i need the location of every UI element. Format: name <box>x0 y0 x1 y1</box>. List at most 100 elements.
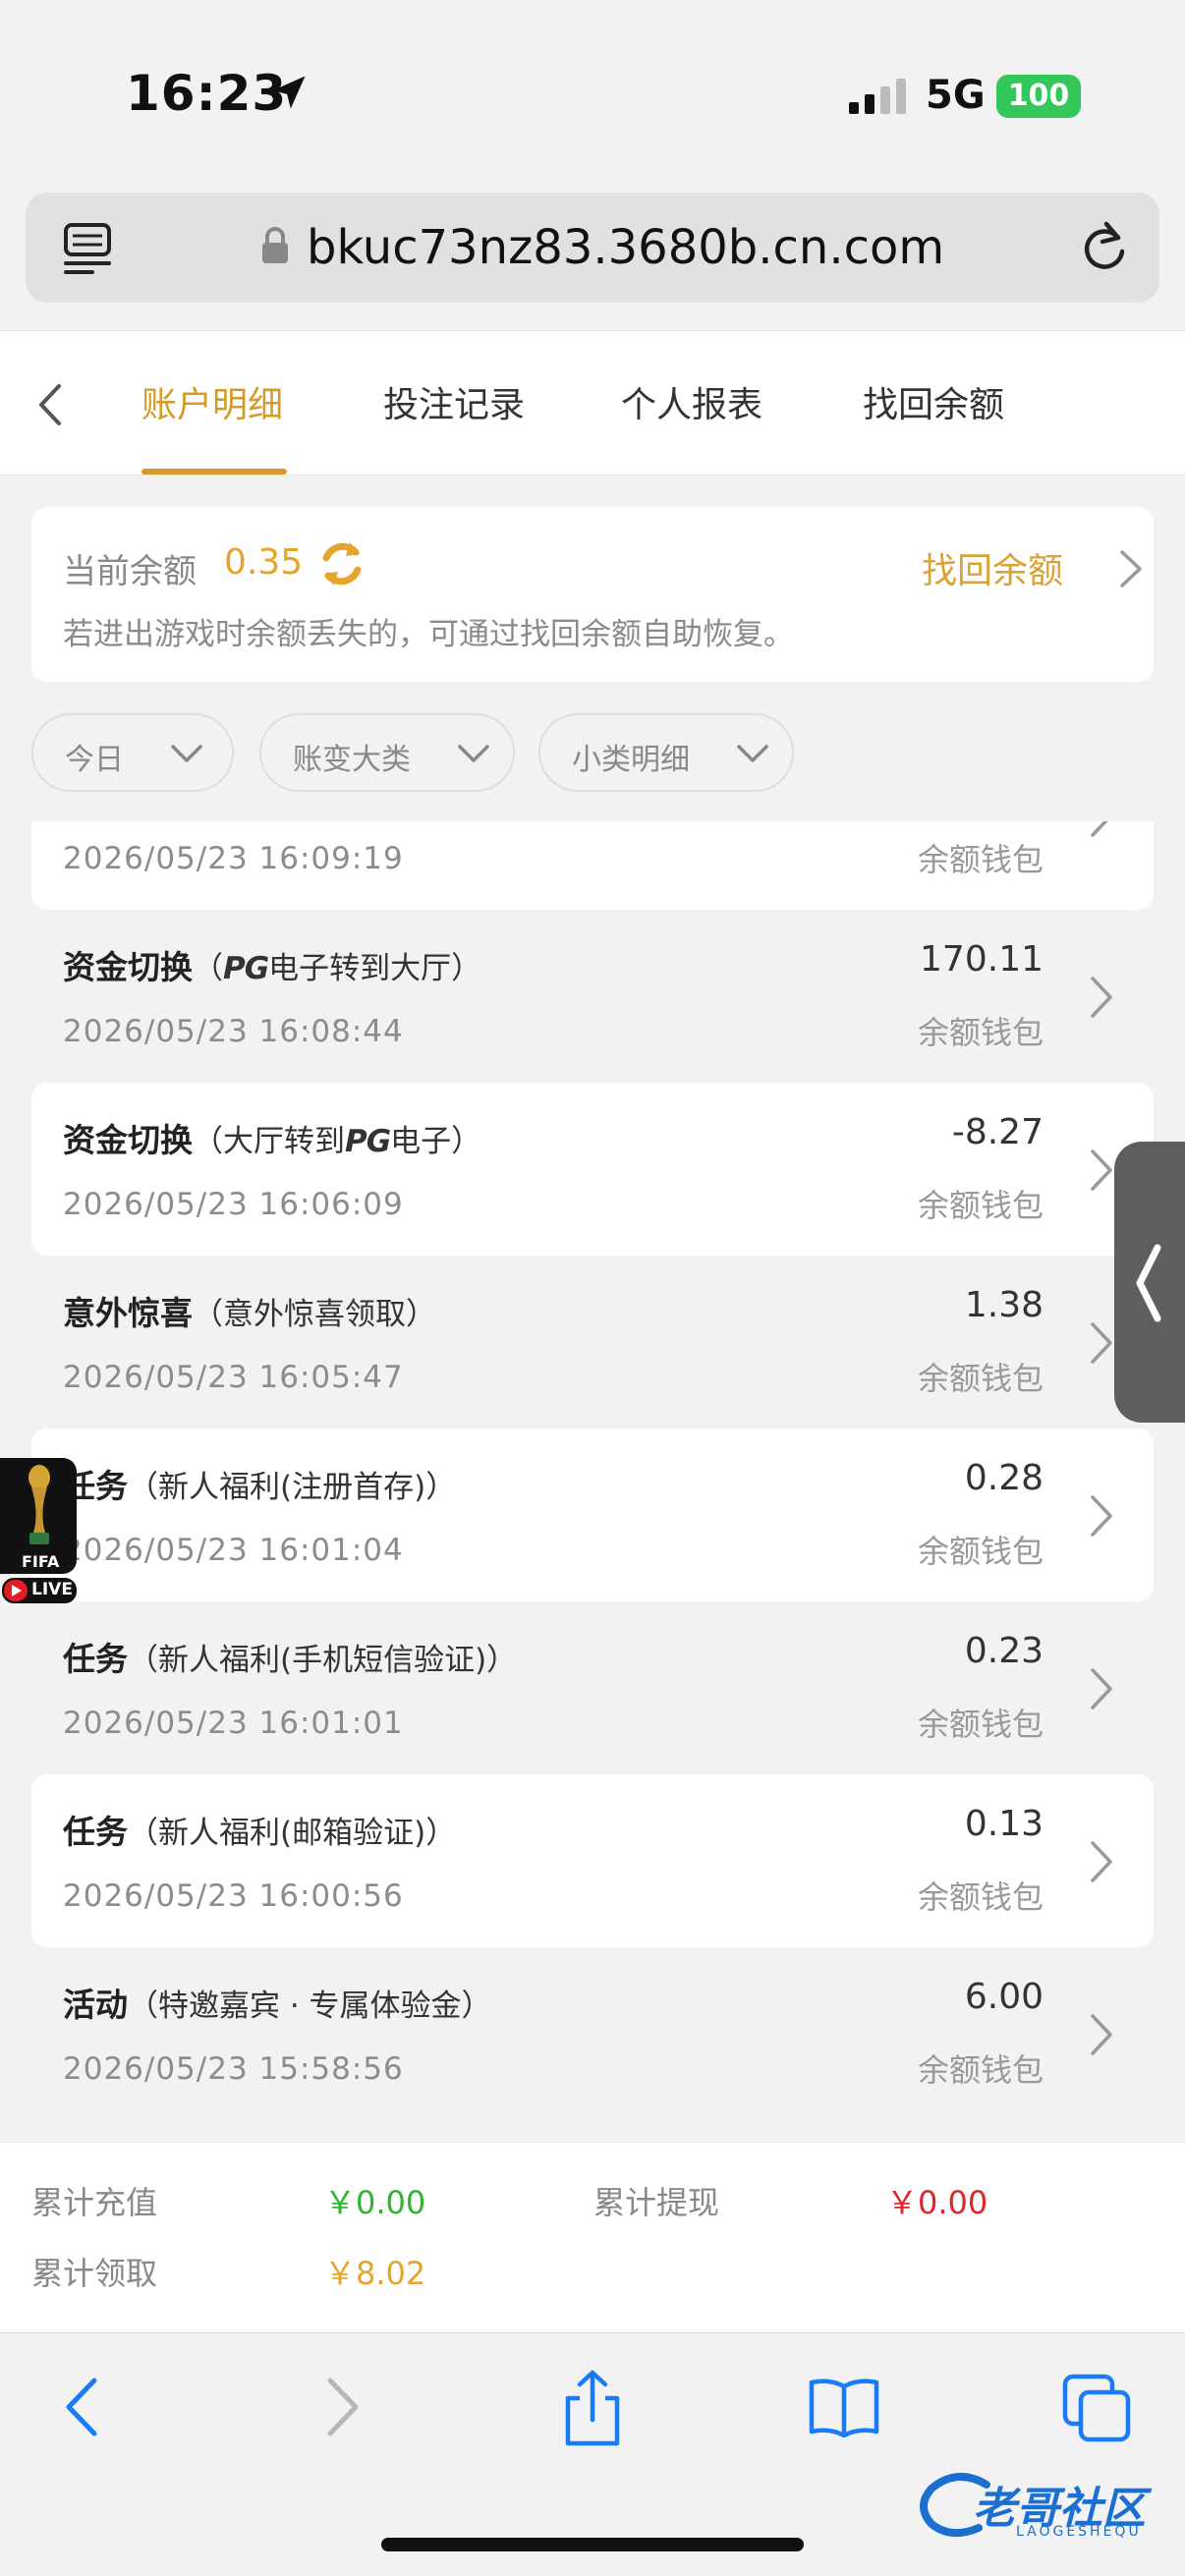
chevron-right-icon[interactable] <box>1116 546 1146 591</box>
chevron-right-icon <box>1091 2014 1112 2055</box>
record-detail-prefix: （ <box>193 951 223 986</box>
list-item[interactable]: 活动（特邀嘉宾 · 专属体验金） 2026/05/23 15:58:56 6.0… <box>31 1947 1154 2120</box>
record-amount: 6.00 <box>964 1977 1044 2017</box>
record-wallet: 余额钱包 <box>917 1360 1044 1397</box>
fifa-label: FIFA <box>22 1552 60 1571</box>
record-title: 资金切换（PG电子转到大厅） <box>63 941 481 988</box>
record-category: 资金切换 <box>63 1121 193 1159</box>
record-category: 意外惊喜 <box>63 1294 193 1332</box>
status-bar: 16:23 5G 100 <box>0 0 1185 187</box>
browser-back-icon[interactable] <box>61 2375 104 2439</box>
total-withdraw-value: ￥0.00 <box>886 2184 988 2221</box>
home-indicator <box>381 2538 804 2551</box>
browser-forward-icon[interactable] <box>320 2375 364 2439</box>
record-amount: 170.11 <box>920 939 1044 980</box>
chevron-down-icon <box>171 745 202 762</box>
balance-note: 若进出游戏时余额丢失的，可通过找回余额自助恢复。 <box>63 617 794 652</box>
url-text[interactable]: bkuc73nz83.3680b.cn.com <box>307 220 944 275</box>
chevron-right-icon <box>1091 1322 1112 1364</box>
record-amount: 0.28 <box>964 1458 1044 1498</box>
live-tag: LIVE <box>2 1578 77 1603</box>
filter-date-label: 今日 <box>65 743 124 777</box>
total-deposit-label: 累计充值 <box>31 2184 158 2221</box>
record-time: 2026/05/23 16:05:47 <box>63 1360 404 1395</box>
chevron-right-icon <box>1091 1668 1112 1709</box>
record-amount: 0.13 <box>964 1804 1044 1844</box>
record-time: 2026/05/23 16:06:09 <box>63 1187 404 1222</box>
record-time: 2026/05/23 15:58:56 <box>63 2051 404 2087</box>
tab-bet-records[interactable]: 投注记录 <box>383 376 525 427</box>
tabs-icon[interactable] <box>1061 2373 1132 2443</box>
record-amount: 0.23 <box>964 1631 1044 1671</box>
filter-category-select[interactable]: 账变大类 <box>259 713 515 792</box>
lock-icon <box>262 227 288 263</box>
list-item[interactable]: 任务（新人福利(注册首存)） 2026/05/23 16:01:04 0.28 … <box>31 1428 1154 1601</box>
list-item[interactable]: 任务（新人福利(邮箱验证)） 2026/05/23 16:00:56 0.13 … <box>31 1774 1154 1947</box>
record-detail: （新人福利(邮箱验证)） <box>128 1816 457 1851</box>
play-icon <box>4 1580 28 1601</box>
fifa-live-badge[interactable]: FIFA LIVE <box>0 1458 79 1611</box>
battery-tip <box>1075 86 1081 106</box>
filter-category-label: 账变大类 <box>293 743 411 777</box>
share-icon[interactable] <box>562 2369 623 2447</box>
balance-label: 当前余额 <box>63 552 197 591</box>
record-time: 2026/05/23 16:00:56 <box>63 1878 404 1914</box>
watermark-logo: 老哥社区 LAOGESHEQU <box>918 2467 1165 2546</box>
record-category: 资金切换 <box>63 948 193 986</box>
back-chevron-icon[interactable] <box>31 380 71 429</box>
filter-subcategory-label: 小类明细 <box>572 743 690 777</box>
location-arrow-icon <box>272 76 306 109</box>
record-wallet: 余额钱包 <box>917 1187 1044 1224</box>
list-item[interactable]: 资金切换（大厅转到PG电子） 2026/05/23 16:06:09 -8.27… <box>31 1083 1154 1256</box>
list-item[interactable]: 2026/05/23 16:09:19 余额钱包 <box>31 821 1154 910</box>
record-detail: （意外惊喜领取） <box>193 1297 436 1332</box>
record-wallet: 余额钱包 <box>917 1878 1044 1916</box>
chevron-right-icon <box>1091 821 1108 837</box>
side-drawer-handle[interactable] <box>1114 1142 1185 1423</box>
summary-panel: 累计充值 ￥0.00 累计提现 ￥0.00 累计领取 ￥8.02 <box>0 2142 1185 2332</box>
total-claim-value: ￥8.02 <box>324 2255 426 2292</box>
record-list: 2026/05/23 16:09:19 余额钱包 资金切换（PG电子转到大厅） … <box>0 821 1185 2142</box>
total-claim-label: 累计领取 <box>31 2255 158 2292</box>
record-detail: （特邀嘉宾 · 专属体验金） <box>128 1988 492 2024</box>
battery-icon: 100 <box>996 75 1081 118</box>
record-detail-prefix: （大厅转到 <box>193 1124 345 1159</box>
bookmarks-icon[interactable] <box>808 2377 880 2437</box>
filter-date-select[interactable]: 今日 <box>31 713 234 792</box>
list-item[interactable]: 任务（新人福利(手机短信验证)） 2026/05/23 16:01:01 0.2… <box>31 1601 1154 1774</box>
reader-menu-icon[interactable] <box>63 222 112 275</box>
record-amount: 1.38 <box>964 1285 1044 1325</box>
balance-card: 当前余额 0.35 找回余额 若进出游戏时余额丢失的，可通过找回余额自助恢复。 <box>31 507 1154 682</box>
tab-account-details[interactable]: 账户明细 <box>141 376 283 427</box>
chevron-down-icon <box>737 745 768 762</box>
record-amount: -8.27 <box>951 1112 1044 1152</box>
tab-recover-balance[interactable]: 找回余额 <box>863 376 1004 427</box>
pg-logo: PG <box>345 1124 391 1159</box>
record-wallet: 余额钱包 <box>917 1014 1044 1051</box>
status-time: 16:23 <box>126 65 288 122</box>
chevron-right-icon <box>1091 1495 1112 1537</box>
trophy-icon <box>28 1465 50 1544</box>
record-title: 任务（新人福利(邮箱验证)） <box>63 1806 456 1853</box>
record-title: 任务（新人福利(手机短信验证)） <box>63 1633 517 1680</box>
total-deposit-value: ￥0.00 <box>324 2184 426 2221</box>
record-title: 资金切换（大厅转到PG电子） <box>63 1114 481 1161</box>
record-wallet: 余额钱包 <box>917 1533 1044 1570</box>
refresh-balance-icon[interactable] <box>316 538 367 589</box>
record-title: 活动（特邀嘉宾 · 专属体验金） <box>63 1979 492 2026</box>
chevron-left-icon <box>1136 1244 1161 1322</box>
list-item[interactable]: 意外惊喜（意外惊喜领取） 2026/05/23 16:05:47 1.38 余额… <box>31 1256 1154 1428</box>
record-title: 任务（新人福利(注册首存)） <box>63 1460 456 1507</box>
tab-personal-report[interactable]: 个人报表 <box>621 376 762 427</box>
signal-icon <box>849 79 906 114</box>
recover-balance-link[interactable]: 找回余额 <box>922 542 1063 593</box>
record-time: 2026/05/23 16:08:44 <box>63 1014 404 1049</box>
list-item[interactable]: 资金切换（PG电子转到大厅） 2026/05/23 16:08:44 170.1… <box>31 910 1154 1083</box>
record-time: 2026/05/23 16:01:04 <box>63 1533 404 1568</box>
reload-icon[interactable] <box>1079 220 1130 275</box>
record-category: 任务 <box>63 1813 128 1851</box>
chevron-right-icon <box>1091 1149 1112 1191</box>
filter-subcategory-select[interactable]: 小类明细 <box>538 713 794 792</box>
record-wallet: 余额钱包 <box>917 841 1044 878</box>
watermark-subtext: LAOGESHEQU <box>1016 2524 1142 2540</box>
